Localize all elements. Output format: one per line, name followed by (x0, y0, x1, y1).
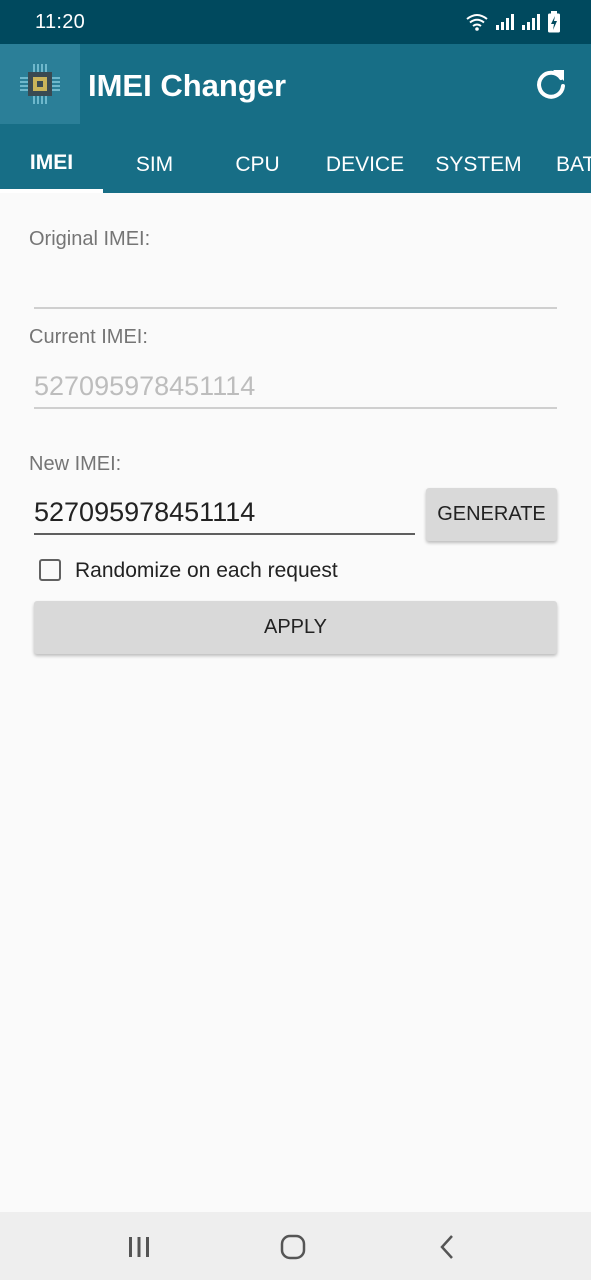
tab-bar: IMEI SIM CPU DEVICE SYSTEM BAT (0, 136, 591, 193)
status-time: 11:20 (35, 11, 86, 33)
app-bar: IMEI Changer IMEI SIM CPU DEVICE SYSTEM … (0, 44, 591, 193)
tab-sim[interactable]: SIM (103, 136, 206, 193)
home-icon (280, 1234, 306, 1260)
signal-icon-2 (522, 14, 540, 30)
apply-button-label: APPLY (264, 616, 327, 638)
wifi-icon (466, 14, 488, 31)
home-button[interactable] (278, 1234, 308, 1260)
tab-label: BAT (556, 152, 591, 176)
original-imei-label: Original IMEI: (29, 228, 151, 250)
status-bar: 11:20 (0, 0, 591, 44)
app-chip-icon (0, 44, 80, 124)
battery-charging-icon (548, 11, 560, 33)
recents-button[interactable] (124, 1234, 154, 1260)
randomize-label: Randomize on each request (75, 559, 338, 582)
refresh-icon (537, 70, 565, 99)
new-imei-input[interactable]: 527095978451114 (34, 495, 415, 535)
generate-button-label: GENERATE (437, 503, 546, 525)
tab-label: IMEI (29, 150, 74, 174)
navigation-bar (0, 1212, 591, 1280)
original-imei-field (34, 273, 557, 309)
tab-label: CPU (235, 152, 280, 176)
randomize-checkbox[interactable] (39, 559, 61, 581)
tab-imei[interactable]: IMEI (0, 136, 103, 193)
tab-cpu[interactable]: CPU (206, 136, 309, 193)
back-icon (440, 1235, 453, 1259)
generate-button[interactable]: GENERATE (426, 488, 557, 541)
current-imei-field: 527095978451114 (34, 369, 557, 409)
apply-button[interactable]: APPLY (34, 601, 557, 654)
tab-label: SIM (135, 152, 174, 176)
tab-label: SYSTEM (435, 152, 522, 176)
tab-label: DEVICE (325, 152, 405, 176)
app-title: IMEI Changer (88, 68, 287, 103)
tab-system[interactable]: SYSTEM (421, 136, 536, 193)
new-imei-label: New IMEI: (29, 453, 122, 475)
back-button[interactable] (432, 1234, 462, 1260)
recents-icon (129, 1237, 149, 1257)
refresh-button[interactable] (533, 66, 569, 102)
status-icons (465, 10, 561, 34)
tab-battery[interactable]: BAT (536, 136, 591, 193)
signal-icon (496, 14, 514, 30)
current-imei-label: Current IMEI: (29, 326, 148, 348)
tab-device[interactable]: DEVICE (309, 136, 421, 193)
